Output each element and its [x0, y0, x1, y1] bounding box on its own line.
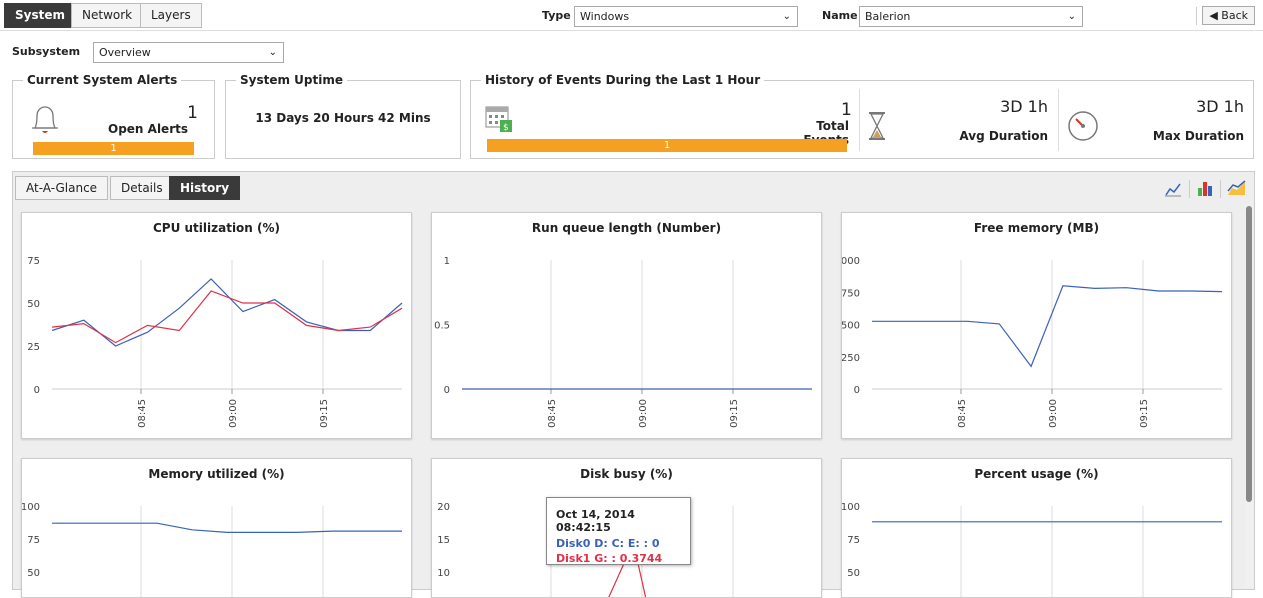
y-tick-label: 0 — [854, 385, 860, 396]
subsystem-label: Subsystem — [12, 45, 81, 58]
top-bar: System Network Layers Type Windows ⌄ Nam… — [0, 0, 1263, 31]
chart-plot: 100 75 50 — [22, 502, 402, 597]
avg-duration-label: Avg Duration — [959, 129, 1048, 143]
series-line — [51, 290, 403, 344]
chart-plot: 1000 750 500 250 0 08:45 09:00 09:15 — [842, 256, 1223, 428]
y-tick-label: 750 — [842, 288, 860, 299]
chevron-down-icon: ⌄ — [1067, 11, 1076, 22]
max-duration-label: Max Duration — [1152, 129, 1244, 143]
tab-at-a-glance[interactable]: At-A-Glance — [15, 176, 109, 200]
tooltip-series-1: Disk0 D: C: E: : 0 — [556, 537, 660, 550]
y-tick-label: 250 — [842, 353, 860, 364]
divider — [1189, 180, 1190, 198]
y-tick-label: 75 — [27, 256, 40, 267]
percent-usage-chart: Percent usage (%) 100 75 50 — [841, 458, 1232, 598]
y-tick-label: 0.5 — [434, 321, 450, 332]
svg-text:$: $ — [503, 123, 509, 133]
alerts-box: Current System Alerts 1 Open Alerts 1 — [12, 73, 215, 159]
alerts-count: 1 — [187, 103, 198, 123]
chevron-down-icon: ⌄ — [782, 11, 791, 22]
chart-plot: 75 50 25 0 08:45 09:00 09:15 — [27, 256, 403, 428]
x-tick-label: 09:15 — [729, 399, 740, 428]
chart-tooltip: Oct 14, 2014 08:42:15 Disk0 D: C: E: : 0… — [546, 497, 691, 565]
y-tick-label: 75 — [27, 535, 40, 546]
tooltip-time: Oct 14, 2014 08:42:15 — [556, 508, 635, 534]
x-tick-label: 08:45 — [137, 399, 148, 428]
tab-details[interactable]: Details — [110, 176, 174, 200]
total-events-bar[interactable]: 1 — [487, 139, 847, 152]
y-tick-label: 0 — [444, 385, 450, 396]
y-tick-label: 0 — [34, 385, 40, 396]
area-chart-icon[interactable] — [1227, 179, 1247, 197]
x-tick-label: 09:15 — [1139, 399, 1150, 428]
series-line — [872, 285, 1223, 368]
avg-duration-value: 3D 1h — [1000, 97, 1048, 116]
calendar-icon: $ — [485, 106, 512, 133]
max-duration-value: 3D 1h — [1196, 97, 1244, 116]
alerts-bar[interactable]: 1 — [33, 142, 194, 155]
timer-icon — [1068, 111, 1098, 141]
chart-plot: 1 0.5 0 08:45 09:00 09:15 — [434, 256, 812, 428]
line-chart-icon[interactable] — [1164, 180, 1182, 198]
free-memory-chart: Free memory (MB) 1000750500250008:4509:0… — [841, 212, 1232, 439]
y-tick-label: 10 — [437, 568, 450, 579]
x-tick-label: 09:00 — [638, 399, 649, 428]
y-tick-label: 1 — [444, 256, 450, 267]
divider — [1220, 180, 1221, 198]
name-label: Name — [822, 9, 858, 22]
name-select-value: Balerion — [865, 10, 911, 23]
chevron-down-icon: ⌄ — [268, 47, 277, 58]
y-tick-label: 15 — [437, 535, 450, 546]
total-events-count: 1 — [841, 100, 852, 120]
y-tick-label: 50 — [27, 568, 40, 579]
cpu-utilization-chart: CPU utilization (%) 75 50 25 0 08:45 09:00 09:… — [21, 212, 412, 439]
y-tick-label: 50 — [27, 299, 40, 310]
divider — [859, 89, 860, 151]
y-tick-label: 100 — [22, 502, 40, 513]
history-title: History of Events During the Last 1 Hour — [481, 73, 765, 87]
name-select[interactable]: Balerion ⌄ — [859, 6, 1083, 27]
series-line — [52, 522, 402, 534]
x-tick-label: 09:00 — [228, 399, 239, 428]
hourglass-icon — [869, 112, 885, 140]
x-tick-label: 08:45 — [547, 399, 558, 428]
y-tick-label: 25 — [27, 342, 40, 353]
back-label: Back — [1221, 9, 1248, 22]
tooltip-series-2: Disk1 G: : 0.3744 — [556, 552, 663, 565]
subsystem-select-value: Overview — [99, 46, 151, 59]
type-select-value: Windows — [580, 10, 630, 23]
y-tick-label: 500 — [842, 321, 860, 332]
alerts-label[interactable]: Open Alerts — [108, 122, 188, 136]
uptime-box: System Uptime 13 Days 20 Hours 42 Mins — [225, 73, 461, 159]
y-tick-label: 75 — [847, 535, 860, 546]
bell-icon — [32, 106, 58, 133]
bar-chart-icon[interactable] — [1196, 179, 1214, 198]
back-button[interactable]: ◀ Back — [1202, 6, 1255, 25]
y-tick-label: 1000 — [842, 256, 860, 267]
x-tick-label: 09:00 — [1048, 399, 1059, 428]
type-select[interactable]: Windows ⌄ — [574, 6, 798, 27]
chart-plot: 100 75 50 — [842, 502, 1222, 597]
divider — [1058, 89, 1059, 151]
y-tick-label: 50 — [847, 568, 860, 579]
type-label: Type — [542, 9, 571, 22]
tab-layers[interactable]: Layers — [140, 3, 202, 28]
y-tick-label: 20 — [437, 502, 450, 513]
x-tick-label: 08:45 — [957, 399, 968, 428]
back-arrow-icon: ◀ — [1209, 9, 1218, 22]
subsystem-select[interactable]: Overview ⌄ — [93, 42, 284, 63]
uptime-title: System Uptime — [236, 73, 347, 87]
tab-network[interactable]: Network — [71, 3, 144, 28]
tab-system[interactable]: System — [4, 3, 76, 28]
tab-history[interactable]: History — [169, 176, 241, 200]
memory-utilized-chart: Memory utilized (%) 100 75 50 — [21, 458, 412, 598]
alerts-title: Current System Alerts — [23, 73, 182, 87]
history-box: History of Events During the Last 1 Hour… — [470, 73, 1254, 159]
scrollbar-thumb[interactable] — [1246, 206, 1252, 502]
divider — [1196, 7, 1197, 25]
run-queue-length-chart: Run queue length (Number) 1 0.5 0 08:45 09:0… — [431, 212, 822, 439]
y-tick-label: 100 — [842, 502, 860, 513]
uptime-value: 13 Days 20 Hours 42 Mins — [255, 111, 431, 125]
x-tick-label: 09:15 — [319, 399, 330, 428]
